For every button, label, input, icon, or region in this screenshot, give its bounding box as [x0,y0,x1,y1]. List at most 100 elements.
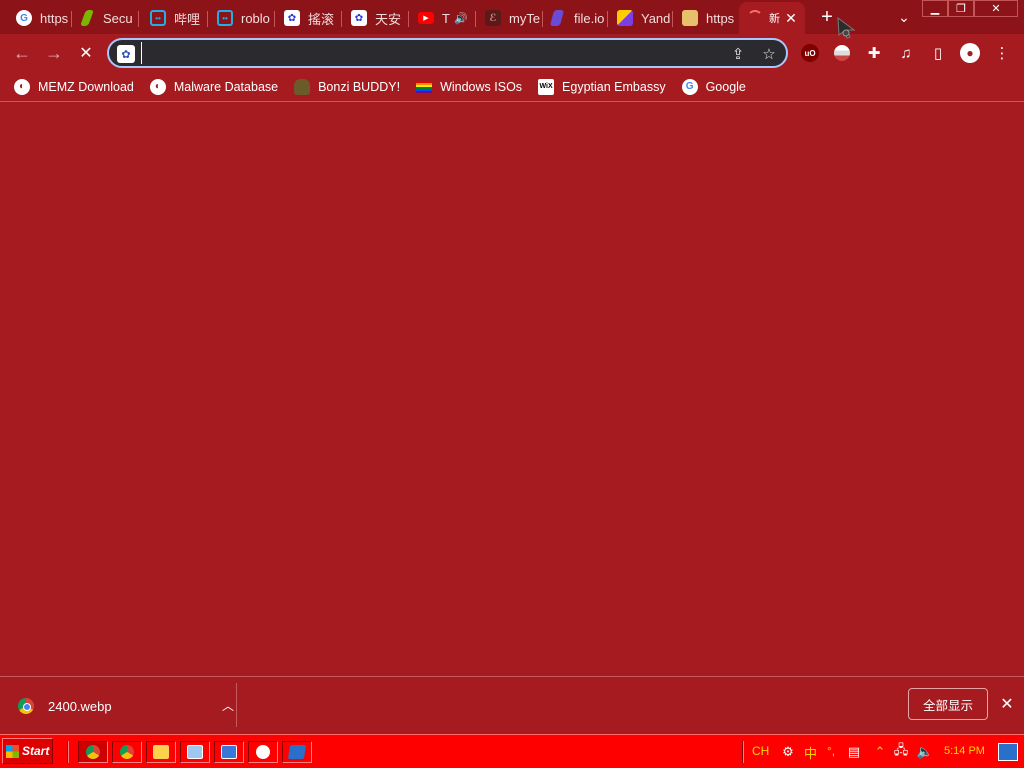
quicklaunch-app[interactable] [248,741,278,763]
close-icon: ✕ [1000,696,1014,713]
side-panel-icon: ▯ [933,45,943,62]
tab-close-icon[interactable]: ✕ [783,10,799,27]
language-indicator[interactable]: CH [752,744,769,758]
bookmark-egyptian-embassy[interactable]: WiX Egyptian Embassy [538,78,666,95]
extensions-button[interactable]: ✚ [862,41,886,65]
punctuation-mode-indicator[interactable]: °, [827,744,835,758]
tab-10[interactable]: Yand [609,4,673,32]
youtube-icon: ▶ [418,12,434,24]
network-icon[interactable]: 🖧 [892,742,910,762]
tab-7[interactable]: ▶ T 🔊 [410,4,476,32]
tab-1[interactable]: G https [8,4,72,32]
show-hidden-icons[interactable]: ⌃ [871,742,889,762]
globe-icon: ◐ [14,78,30,95]
window-controls: ▁ ❐ ✕ [922,0,1018,17]
media-queue-icon: ♫ [900,44,912,62]
kebab-menu-icon: ⋮ [994,45,1010,62]
baidu-paw-icon[interactable]: ✿ [117,45,135,63]
tab-title: Yand [641,10,671,26]
download-item[interactable]: 2400.webp ︿ [18,694,236,718]
flag-extension-button[interactable] [830,41,854,65]
bilibili-icon: •• [150,10,166,26]
start-button[interactable]: Start [2,738,53,764]
share-icon[interactable]: ⇪ [727,44,749,64]
chrome-icon [18,698,34,714]
address-bar[interactable]: ✿ ⇪ ☆ [107,38,788,68]
security-leaf-icon [80,10,94,26]
quicklaunch-chrome-active[interactable] [78,741,108,763]
forward-button[interactable]: → [40,40,68,66]
restore-icon: ❐ [956,3,966,15]
tab-2[interactable]: Secu [75,4,139,32]
close-shelf-button[interactable]: ✕ [996,693,1018,715]
tab-3[interactable]: •• 哔哩 [142,4,208,32]
close-window-button[interactable]: ✕ [974,0,1018,17]
bookmark-label: Egyptian Embassy [562,79,666,94]
google-g-icon: G [16,10,32,26]
quicklaunch-chrome[interactable] [112,741,142,763]
side-panel-button[interactable]: ▯ [926,41,950,65]
tab-title: 天安 [375,11,402,27]
quicklaunch-computer[interactable] [180,741,210,763]
tab-title: myTe [509,10,541,26]
tab-5[interactable]: ✿ 搖滚 [276,4,342,32]
shelf-divider [236,683,237,727]
tab-11[interactable]: https [674,4,738,32]
tab-8[interactable]: ℰ myTe [477,4,543,32]
show-desktop-button[interactable] [998,743,1018,761]
stop-button[interactable]: ✕ [72,40,100,66]
tab-title: https [40,10,69,26]
back-button[interactable]: ← [8,40,36,66]
chevron-up-icon[interactable]: ︿ [222,697,234,714]
tab-title: T [442,10,450,26]
close-icon: ✕ [991,3,1001,15]
tab-active[interactable]: 新 ✕ [739,2,805,34]
restore-button[interactable]: ❐ [948,0,974,17]
tab-title: 新 [769,13,780,25]
minimize-button[interactable]: ▁ [922,0,948,17]
bookmark-label: Google [705,79,746,94]
bonzi-icon [294,78,311,95]
ime-toolbar-icon[interactable]: ⚙ [779,742,797,762]
wix-icon: WiX [538,78,555,95]
menu-button[interactable]: ⋮ [990,41,1014,65]
quicklaunch-window[interactable] [214,741,244,763]
start-label: Start [22,744,50,758]
google-g-icon: G [681,78,698,95]
plus-icon: + [821,5,833,28]
desktop-icon [287,745,307,759]
media-controls-button[interactable]: ♫ [894,41,918,65]
bookmark-malware-database[interactable]: ◐ Malware Database [149,78,278,95]
bookmark-bonzi-buddy[interactable]: Bonzi BUDDY! [294,78,400,95]
volume-icon[interactable]: 🔈 [916,742,934,762]
ime-mode-indicator[interactable]: 中 [804,743,817,762]
show-all-button[interactable]: 全部显示 [908,688,988,720]
profile-button[interactable]: ● [958,41,982,65]
address-input[interactable] [141,42,721,64]
tray-separator [742,741,744,763]
bookmark-memz-download[interactable]: ◐ MEMZ Download [14,78,134,95]
mouse-cursor-icon [837,16,856,39]
bookmark-windows-isos[interactable]: Windows ISOs [416,80,522,94]
chevron-down-icon: ⌄ [898,8,910,25]
clock[interactable]: 5:14 PM [944,745,985,757]
tab-4[interactable]: •• roblo [209,4,275,32]
ublock-icon: uO [801,44,819,62]
tab-6[interactable]: ✿ 天安 [343,4,409,32]
tab-title: https [706,10,735,26]
globe-icon: ◐ [149,78,166,95]
tab-9[interactable]: file.io [544,4,608,32]
quicklaunch-explorer[interactable] [146,741,176,763]
audio-playing-icon[interactable]: 🔊 [454,12,468,25]
ime-keyboard-icon[interactable]: ▤ [845,742,863,762]
ublock-extension-button[interactable]: uO [798,41,822,65]
yandex-games-icon [617,10,633,26]
quicklaunch-desktop[interactable] [282,741,312,763]
mytea-icon: ℰ [485,10,501,26]
page-content [0,103,1024,676]
bookmark-google[interactable]: G Google [681,78,746,95]
star-icon[interactable]: ☆ [758,44,780,64]
tab-search-button[interactable]: ⌄ [892,6,916,28]
avatar-icon: ● [960,43,980,63]
computer-icon [187,745,203,759]
